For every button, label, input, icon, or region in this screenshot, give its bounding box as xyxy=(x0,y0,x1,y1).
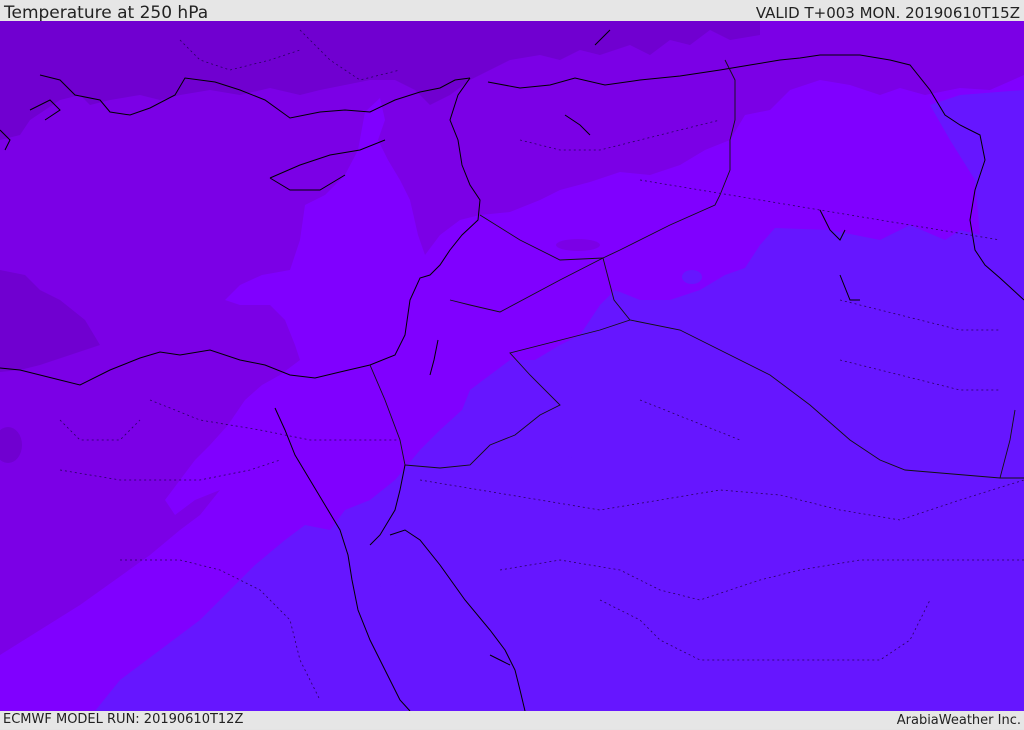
footer-bar: ECMWF MODEL RUN: 20190610T12Z ArabiaWeat… xyxy=(0,711,1024,729)
model-run: ECMWF MODEL RUN: 20190610T12Z xyxy=(3,712,244,727)
header-bar: Temperature at 250 hPa VALID T+003 MON. … xyxy=(0,0,1024,23)
warm-blob xyxy=(682,270,702,284)
map-canvas xyxy=(0,21,1024,711)
cold-blob xyxy=(556,239,600,251)
valid-time: VALID T+003 MON. 20190610T15Z xyxy=(755,4,1020,22)
temperature-map xyxy=(0,21,1024,711)
warm-blob xyxy=(555,456,575,468)
credit-text: ArabiaWeather Inc. xyxy=(896,713,1021,728)
warm-blob xyxy=(375,570,399,588)
map-title: Temperature at 250 hPa xyxy=(4,3,209,23)
